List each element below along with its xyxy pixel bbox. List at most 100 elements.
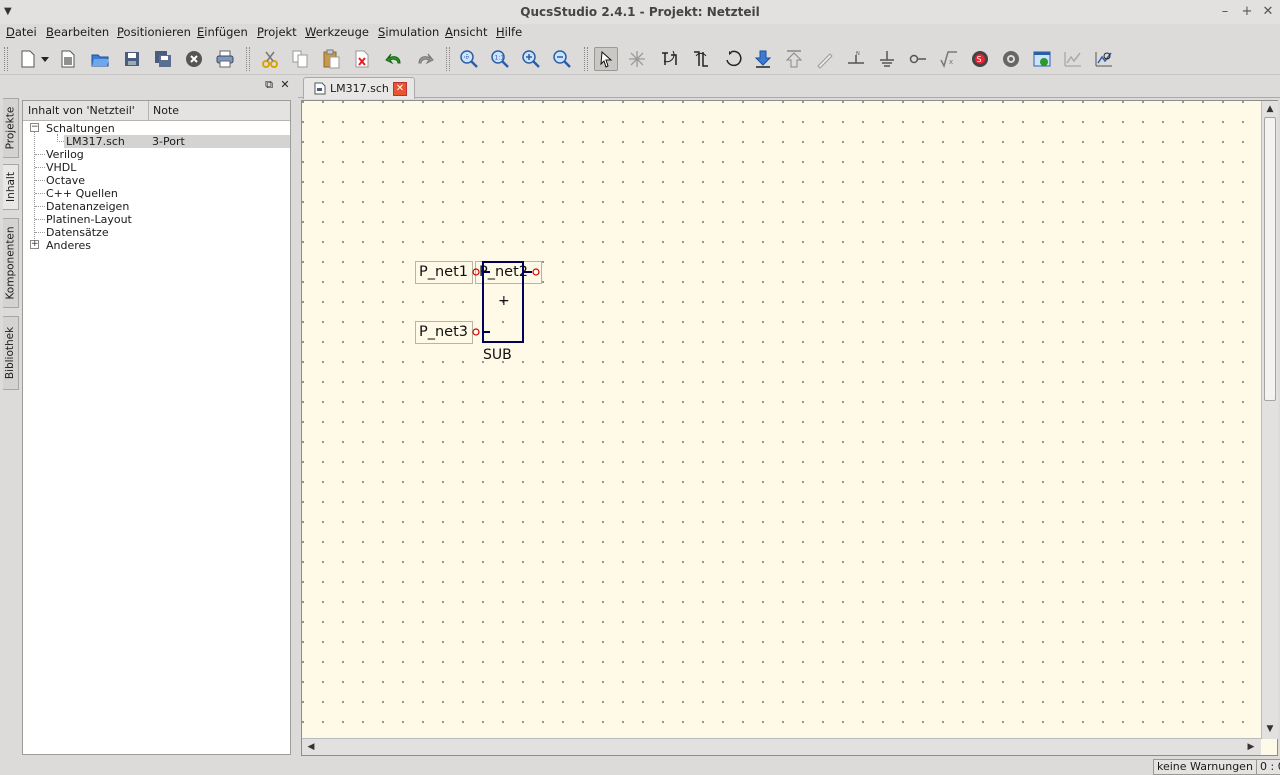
tree-item-octave[interactable]: Octave <box>46 174 85 187</box>
maximize-button[interactable]: + <box>1238 3 1256 21</box>
scroll-right-icon[interactable]: ▶ <box>1244 740 1258 754</box>
tree-item-anderes[interactable]: Anderes <box>46 239 91 252</box>
menu-bearbeiten[interactable]: Bearbeiten <box>46 25 109 39</box>
zoom-1to1-icon[interactable]: 1:1 <box>488 47 512 71</box>
toolbar-grip[interactable] <box>446 47 450 71</box>
menu-ansicht[interactable]: Ansicht <box>445 25 487 39</box>
tab-lm317-sch[interactable]: LM317.sch ✕ <box>303 77 415 99</box>
tab-bibliothek[interactable]: Bibliothek <box>3 316 19 390</box>
save-all-icon[interactable] <box>151 47 175 71</box>
menu-hilfe[interactable]: Hilfe <box>496 25 522 39</box>
menu-projekt[interactable]: Projekt <box>257 25 297 39</box>
ascend-icon[interactable] <box>782 47 806 71</box>
scroll-left-icon[interactable]: ◀ <box>304 740 318 754</box>
warnings-status[interactable]: keine Warnungen <box>1153 759 1257 775</box>
tree-item-lm317[interactable]: LM317.sch 3-Port <box>64 135 290 148</box>
menu-simulation[interactable]: Simulation <box>378 25 439 39</box>
tree-guide-line <box>35 154 45 155</box>
cursor-position: 0 : 0 <box>1256 759 1280 775</box>
content-tree[interactable]: Inhalt von 'Netzteil' Note − Schaltungen… <box>22 100 291 755</box>
settings-icon[interactable] <box>999 47 1023 71</box>
print-icon[interactable] <box>213 47 237 71</box>
menu-bar: Datei Bearbeiten Positionieren Einfügen … <box>0 24 1280 42</box>
mirror-x-icon[interactable] <box>689 47 713 71</box>
toolbar-grip[interactable] <box>584 47 588 71</box>
zoom-fit-icon[interactable] <box>457 47 481 71</box>
minimize-button[interactable]: – <box>1216 3 1234 21</box>
tab-projekte[interactable]: Projekte <box>3 98 19 158</box>
close-tab-icon[interactable]: ✕ <box>393 82 407 96</box>
tree-guide-line <box>57 141 64 142</box>
paste-icon[interactable] <box>319 47 343 71</box>
redo-icon[interactable] <box>413 47 437 71</box>
deactivate-icon[interactable] <box>625 47 649 71</box>
menu-werkzeuge[interactable]: Werkzeuge <box>305 25 369 39</box>
schematic-file-icon <box>313 82 326 98</box>
svg-text:x: x <box>949 58 953 66</box>
menu-einfuegen[interactable]: Einfügen <box>197 25 248 39</box>
collapse-icon[interactable]: − <box>30 123 39 132</box>
new-dropdown-icon[interactable] <box>38 47 52 71</box>
mirror-y-icon[interactable] <box>721 47 745 71</box>
port-icon[interactable] <box>906 47 930 71</box>
tab-label: LM317.sch <box>330 82 389 95</box>
dataset-icon[interactable] <box>1030 47 1054 71</box>
tuning-icon[interactable] <box>1092 47 1116 71</box>
component-origin-mark: + <box>498 293 510 309</box>
zoom-out-icon[interactable] <box>550 47 574 71</box>
horizontal-scrollbar[interactable]: ◀ ▶ <box>302 738 1261 755</box>
toolbar-grip[interactable] <box>4 47 8 71</box>
header-note[interactable]: Note <box>153 104 179 117</box>
open-icon[interactable] <box>88 47 112 71</box>
svg-text:N: N <box>856 51 860 57</box>
marker-icon[interactable] <box>1061 47 1085 71</box>
header-separator[interactable] <box>148 101 149 121</box>
tree-guide-line <box>35 219 45 220</box>
menu-datei[interactable]: Datei <box>6 25 37 39</box>
close-document-icon[interactable] <box>182 47 206 71</box>
new-document-icon[interactable] <box>16 47 40 71</box>
undo-icon[interactable] <box>382 47 406 71</box>
expand-icon[interactable]: + <box>30 240 39 249</box>
toolbar-grip[interactable] <box>246 47 250 71</box>
tree-item-platinen-layout[interactable]: Platinen-Layout <box>46 213 132 226</box>
close-panel-button[interactable]: ✕ <box>278 78 292 92</box>
scroll-up-icon[interactable]: ▲ <box>1263 102 1277 116</box>
scroll-down-icon[interactable]: ▼ <box>1263 722 1277 736</box>
equation-icon[interactable]: x <box>937 47 961 71</box>
label-icon[interactable]: N <box>844 47 868 71</box>
tree-item-schaltungen[interactable]: Schaltungen <box>46 122 115 135</box>
zoom-in-icon[interactable] <box>519 47 543 71</box>
save-icon[interactable] <box>120 47 144 71</box>
tree-item-label: LM317.sch <box>66 135 125 148</box>
descend-icon[interactable] <box>751 47 775 71</box>
status-bar: keine Warnungen 0 : 0 <box>0 758 1280 775</box>
vertical-scrollbar[interactable]: ▲ ▼ <box>1261 101 1278 739</box>
schematic-canvas[interactable]: P_net1 P_net2 P_net3 + SUB <box>302 101 1260 737</box>
cut-icon[interactable] <box>258 47 282 71</box>
tree-item-cpp-sources[interactable]: C++ Quellen <box>46 187 118 200</box>
select-icon[interactable] <box>594 47 618 71</box>
close-window-button[interactable]: ✕ <box>1259 3 1277 21</box>
tab-inhalt[interactable]: Inhalt <box>3 164 19 210</box>
tree-item-datensaetze[interactable]: Datensätze <box>46 226 109 239</box>
copy-icon[interactable] <box>288 47 312 71</box>
tree-item-datenanzeigen[interactable]: Datenanzeigen <box>46 200 129 213</box>
title-bar: ▼ QucsStudio 2.4.1 - Projekt: Netzteil –… <box>0 0 1280 25</box>
vertical-scroll-thumb[interactable] <box>1264 117 1276 401</box>
rotate-icon[interactable] <box>657 47 681 71</box>
tab-komponenten[interactable]: Komponenten <box>3 218 19 308</box>
new-text-icon[interactable] <box>56 47 80 71</box>
header-content[interactable]: Inhalt von 'Netzteil' <box>28 104 135 117</box>
tree-item-vhdl[interactable]: VHDL <box>46 161 76 174</box>
component-label[interactable]: SUB <box>483 347 512 363</box>
delete-icon[interactable] <box>350 47 374 71</box>
ground-icon[interactable] <box>875 47 899 71</box>
tree-item-verilog[interactable]: Verilog <box>46 148 84 161</box>
float-panel-button[interactable]: ⧉ <box>262 78 276 92</box>
toolbar: 1:1 N x S <box>0 43 1280 75</box>
menu-positionieren[interactable]: Positionieren <box>117 25 191 39</box>
simulate-icon[interactable]: S <box>968 47 992 71</box>
wire-icon[interactable] <box>813 47 837 71</box>
content-panel-header: ⧉ ✕ <box>21 76 293 96</box>
